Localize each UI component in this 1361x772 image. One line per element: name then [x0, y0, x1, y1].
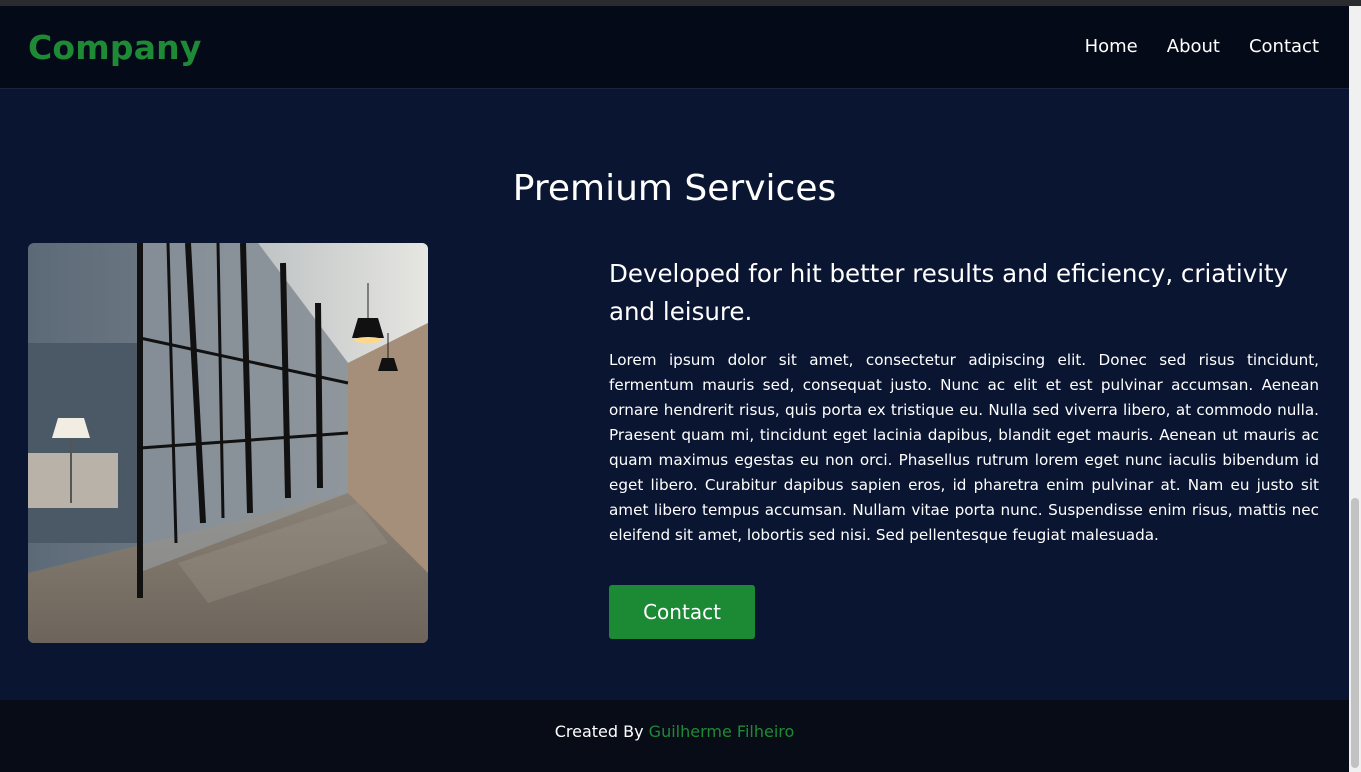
nav-about-link[interactable]: About [1167, 36, 1220, 57]
page: Company Home About Contact Premium Servi… [0, 6, 1349, 772]
service-content: Developed for hit better results and efi… [609, 255, 1319, 548]
page-scrollbar[interactable] [1349, 6, 1361, 772]
site-footer: Created By Guilherme Filheiro [0, 700, 1349, 772]
site-header: Company Home About Contact [0, 6, 1349, 89]
footer-credit: Created By Guilherme Filheiro [0, 722, 1349, 741]
scrollbar-thumb[interactable] [1351, 498, 1359, 768]
nav-contact-link[interactable]: Contact [1249, 36, 1319, 57]
credit-prefix: Created By [554, 722, 644, 741]
nav-home-link[interactable]: Home [1085, 36, 1138, 57]
contact-button[interactable]: Contact [609, 585, 755, 639]
office-hallway-photo [28, 243, 428, 643]
main-nav: Home About Contact [1085, 36, 1319, 57]
page-title: Premium Services [512, 168, 837, 210]
service-description: Lorem ipsum dolor sit amet, consectetur … [609, 351, 1319, 544]
service-subtitle: Developed for hit better results and efi… [609, 259, 1289, 326]
author-link[interactable]: Guilherme Filheiro [649, 722, 795, 741]
company-logo[interactable]: Company [28, 28, 202, 67]
